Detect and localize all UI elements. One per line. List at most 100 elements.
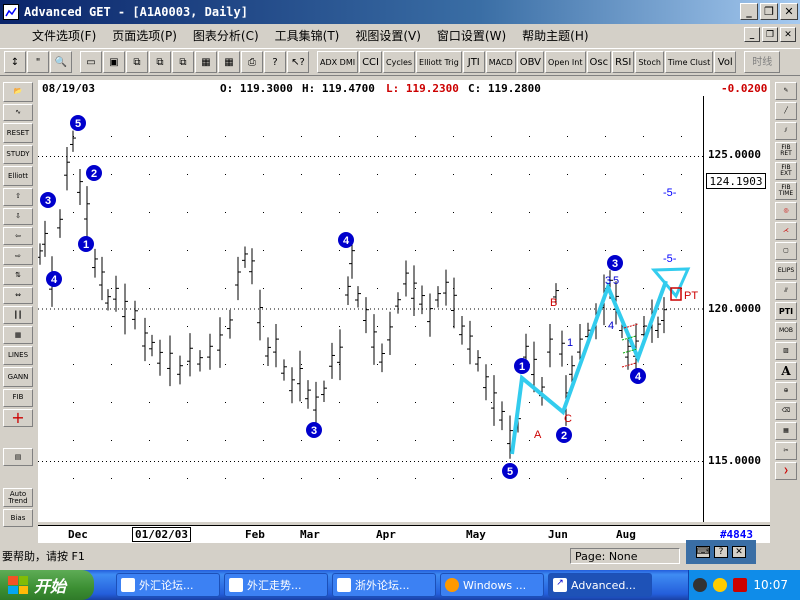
menu-page[interactable]: 页面选项(P) [104, 27, 185, 44]
scissors-icon[interactable]: ✂ [775, 442, 797, 460]
fib-button[interactable]: FIB [3, 388, 33, 407]
open-folder-icon[interactable]: 📂 [3, 82, 33, 102]
restore-button[interactable]: ❐ [760, 3, 778, 20]
bars-icon[interactable]: ┃┃ [3, 306, 33, 325]
quote-icon[interactable]: " [27, 51, 49, 73]
study-time-clust-button[interactable]: Time Clust [664, 51, 714, 73]
mob-button[interactable]: MOB [775, 322, 797, 340]
study-stoch-button[interactable]: Stoch [635, 51, 664, 73]
menu-bar: 文件选项(F) 页面选项(P) 图表分析(C) 工具集锦(T) 视图设置(V) … [0, 24, 800, 46]
menu-view[interactable]: 视图设置(V) [347, 27, 429, 44]
cut-icon[interactable]: ⧉ [172, 51, 194, 73]
pointer-icon[interactable]: ↕ [4, 51, 26, 73]
help-icon[interactable]: ? [264, 51, 286, 73]
channel-icon[interactable]: ⫻ [775, 282, 797, 300]
small-chart-icon[interactable]: ▦ [775, 422, 797, 440]
taskbar-item-windows[interactable]: Windows ... [440, 573, 544, 597]
lines-button[interactable]: LINES [3, 345, 33, 366]
study-jti-button[interactable]: JTI [462, 51, 485, 73]
context-help-icon[interactable]: ↖? [287, 51, 309, 73]
compress-icon[interactable]: ⇅ [3, 266, 33, 285]
wave-icon[interactable]: ∿ [3, 103, 33, 122]
crosshair-icon[interactable]: + [3, 408, 33, 427]
taskbar-item-forex-trend[interactable]: 外汇走势... [224, 573, 328, 597]
mdi-close-button[interactable]: ✕ [780, 27, 796, 42]
mdi-restore-button[interactable]: ❐ [762, 27, 778, 42]
menu-file[interactable]: 文件选项(F) [24, 27, 104, 44]
new-chart-icon[interactable]: ▭ [80, 51, 102, 73]
taskbar-item-advanced-get[interactable]: ↗ Advanced... [548, 573, 652, 597]
zoom-icon[interactable]: 🔍 [50, 51, 72, 73]
save-icon[interactable]: ▣ [103, 51, 125, 73]
study-cycles-button[interactable]: Cycles [383, 51, 416, 73]
arrow-down-icon[interactable]: ⇩ [3, 207, 33, 226]
fan-icon[interactable]: ⋌ [775, 222, 797, 240]
study-macd-button[interactable]: MACD [485, 51, 516, 73]
taskbar-item-forum2[interactable]: 浙外论坛... [332, 573, 436, 597]
menu-tools[interactable]: 工具集锦(T) [267, 27, 348, 44]
study-rsi-button[interactable]: RSI [612, 51, 635, 73]
start-button[interactable]: 开始 [0, 570, 94, 600]
print-icon[interactable]: ⎙ [241, 51, 263, 73]
gann-button[interactable]: GANN [3, 367, 33, 387]
taskbar-item-forum1[interactable]: 外汇论坛... [116, 573, 220, 597]
grid-alt-icon[interactable]: ▦ [218, 51, 240, 73]
auto-trend-button[interactable]: Auto Trend [3, 487, 33, 508]
minimize-button[interactable]: _ [740, 3, 758, 20]
speaker-icon[interactable] [693, 578, 708, 592]
grid-dot [111, 136, 112, 137]
pencil-icon[interactable]: ✎ [775, 82, 797, 100]
floating-help-icon[interactable]: ? [714, 546, 728, 558]
copy-icon[interactable]: ⧉ [126, 51, 148, 73]
text-tool-button[interactable]: A [775, 362, 797, 380]
report-icon[interactable]: ▤ [3, 448, 33, 467]
arrow-right-icon[interactable]: ⇨ [3, 247, 33, 265]
pti-button[interactable]: PTI [775, 302, 797, 320]
price-chart[interactable]: 5 2 3 1 4 3 4 3 1 2 5 4 B A C 1 3 5 4 -5- -5- PT [37, 96, 703, 522]
ellipse-button[interactable]: ELIPS [775, 262, 797, 280]
ime-icon[interactable] [733, 578, 748, 592]
study-button[interactable]: STUDY [3, 144, 33, 165]
arrow-left-icon[interactable]: ⇦ [3, 227, 33, 246]
grid-icon[interactable]: ▦ [195, 51, 217, 73]
wave-circle-marker: 3 [607, 255, 623, 271]
hatch-icon[interactable]: ▨ [775, 342, 797, 360]
study-osc-button[interactable]: Osc [586, 51, 612, 73]
fib-ret-button[interactable]: FIB RET [775, 142, 797, 160]
study-obv-button[interactable]: OBV [516, 51, 545, 73]
timeline-button[interactable]: 时线 [744, 51, 781, 73]
bias-button[interactable]: Bias [3, 509, 33, 528]
grid-dot [187, 136, 188, 137]
menu-window[interactable]: 窗口设置(W) [429, 27, 514, 44]
parallel-tool-icon[interactable]: ⫽ [775, 122, 797, 140]
floating-close-icon[interactable]: ✕ [732, 546, 746, 558]
mdi-minimize-button[interactable]: _ [744, 27, 760, 42]
study-cci-button[interactable]: CCI [359, 51, 382, 73]
grid-dot [73, 326, 74, 327]
keyboard-icon[interactable]: ⌨ [696, 546, 710, 558]
reset-label: RESET [6, 128, 30, 137]
fib-ext-button[interactable]: FIB EXT [775, 162, 797, 180]
elliott-button[interactable]: Elliott [3, 166, 33, 186]
close-button[interactable]: ✕ [780, 3, 798, 20]
arrow-up-icon[interactable]: ⇧ [3, 187, 33, 206]
study-open-int-button[interactable]: Open Int [545, 51, 586, 73]
study-vol-button[interactable]: Vol [714, 51, 737, 73]
zoom-in-icon[interactable]: ⊕ [775, 382, 797, 400]
menu-chart-analysis[interactable]: 图表分析(C) [185, 27, 267, 44]
fib-circle-icon[interactable]: ◎ [775, 202, 797, 220]
study-elliott-trig-button[interactable]: Elliott Trig [416, 51, 462, 73]
paste-icon[interactable]: ⧉ [149, 51, 171, 73]
menu-help[interactable]: 帮助主题(H) [514, 27, 596, 44]
eraser-icon[interactable]: ⌫ [775, 402, 797, 420]
line-tool-icon[interactable]: ╱ [775, 102, 797, 120]
box-tool-icon[interactable]: ▢ [775, 242, 797, 260]
study-adx-dmi-button[interactable]: ADX DMI [317, 51, 359, 73]
qq-icon[interactable] [713, 578, 728, 592]
reset-button[interactable]: RESET [3, 123, 33, 143]
fib-time-button[interactable]: FIB TIME [775, 182, 797, 200]
grid-toggle-icon[interactable]: ▦ [3, 326, 33, 344]
scroll-right-icon[interactable]: ❯ [775, 462, 797, 480]
expand-icon[interactable]: ⇔ [3, 286, 33, 305]
grid-dot [187, 326, 188, 327]
